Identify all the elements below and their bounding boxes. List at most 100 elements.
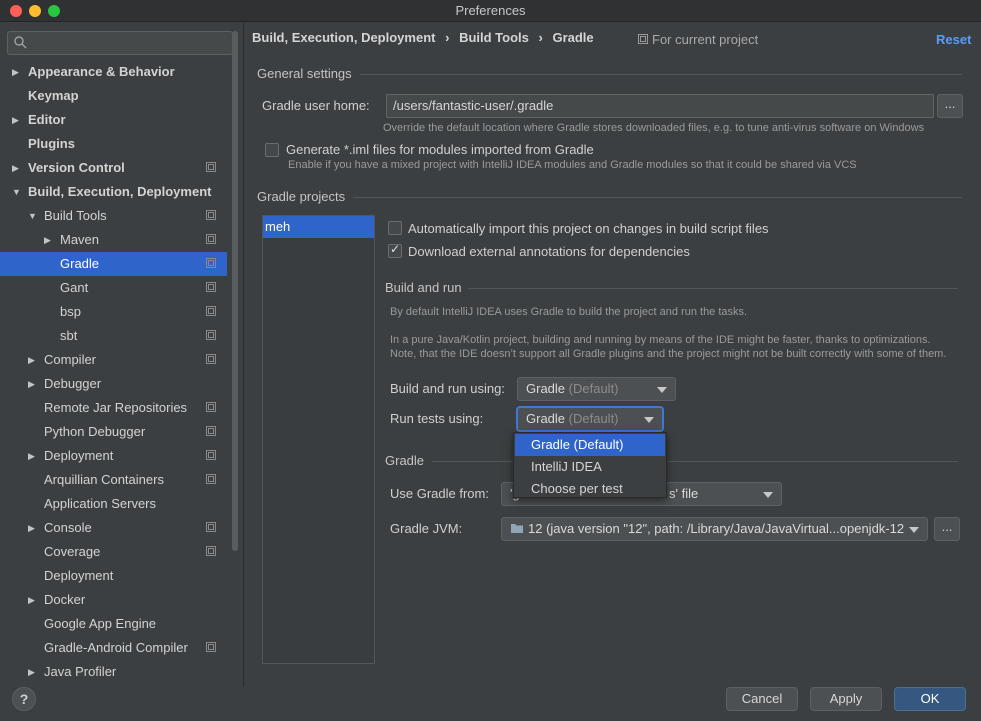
run-tests-using-select[interactable]: Gradle (Default) (517, 407, 663, 431)
build-and-run-using-label: Build and run using: (390, 381, 505, 396)
sidebar-scrollbar[interactable] (232, 31, 238, 551)
chevron-down-icon[interactable]: ▼ (12, 180, 21, 204)
user-home-hint: Override the default location where Grad… (383, 122, 925, 134)
chevron-down-icon[interactable]: ▼ (28, 204, 37, 228)
breadcrumb-item: Gradle (552, 30, 594, 45)
project-scope-icon (206, 444, 216, 468)
apply-button[interactable]: Apply (810, 687, 882, 711)
gradle-section-title: Gradle (385, 453, 425, 468)
sidebar-item-gant[interactable]: Gant (0, 276, 230, 300)
chevron-right-icon[interactable]: ▶ (28, 588, 35, 612)
window-title: Preferences (455, 3, 526, 18)
build-using-suffix: (Default) (568, 381, 619, 396)
sidebar-item-label: Console (44, 520, 92, 535)
gradle-user-home-field[interactable]: /users/fantastic-user/.gradle (386, 94, 934, 118)
chevron-right-icon[interactable]: ▶ (28, 372, 35, 396)
build-and-run-using-select[interactable]: Gradle (Default) (517, 377, 676, 401)
sidebar-item-docker[interactable]: ▶ Docker (0, 588, 230, 612)
sidebar-item-coverage[interactable]: Coverage (0, 540, 230, 564)
sidebar-item-python-debugger[interactable]: Python Debugger (0, 420, 230, 444)
search-input[interactable] (7, 31, 233, 55)
sidebar-item-debugger[interactable]: ▶ Debugger (0, 372, 230, 396)
project-scope-icon (206, 252, 216, 276)
sidebar-item-plugins[interactable]: Plugins (0, 132, 230, 156)
tests-using-value: Gradle (526, 411, 566, 426)
sidebar-item-google-app-engine[interactable]: Google App Engine (0, 612, 230, 636)
chevron-right-icon[interactable]: ▶ (28, 516, 35, 540)
browse-jvm-button[interactable]: ... (934, 517, 960, 541)
run-tests-using-label: Run tests using: (390, 411, 484, 426)
sidebar-item-build-tools[interactable]: ▼ Build Tools (0, 204, 230, 228)
sidebar-item-label: Application Servers (44, 496, 156, 511)
build-run-hint-2: In a pure Java/Kotlin project, building … (390, 334, 931, 346)
generate-iml-label: Generate *.iml files for modules importe… (286, 142, 594, 157)
sidebar-item-remote-jar-repositories[interactable]: Remote Jar Repositories (0, 396, 230, 420)
sidebar-item-label: Plugins (28, 136, 75, 151)
breadcrumb-item: Build, Execution, Deployment (252, 30, 436, 45)
build-run-hint-3: Note, that the IDE doesn’t support all G… (390, 348, 947, 360)
sidebar-item-build-execution-deployment[interactable]: ▼ Build, Execution, Deployment (0, 180, 230, 204)
sidebar-item-sbt[interactable]: sbt (0, 324, 230, 348)
sidebar-item-java-profiler[interactable]: ▶ Java Profiler (0, 660, 230, 684)
project-scope-icon (206, 396, 216, 420)
sidebar-item-gradle[interactable]: Gradle (0, 252, 227, 276)
tests-using-suffix: (Default) (568, 411, 619, 426)
chevron-down-icon (763, 492, 773, 498)
generate-iml-checkbox[interactable] (265, 143, 279, 157)
chevron-right-icon[interactable]: ▶ (12, 156, 19, 180)
for-current-project-label: For current project (652, 32, 759, 47)
divider (360, 74, 962, 75)
help-button[interactable]: ? (12, 687, 36, 711)
sidebar-item-label: Deployment (44, 568, 114, 583)
chevron-right-icon[interactable]: ▶ (44, 228, 51, 252)
sidebar-item-version-control[interactable]: ▶ Version Control (0, 156, 230, 180)
title-bar: Preferences (0, 0, 981, 22)
sidebar-item-label: Python Debugger (44, 424, 146, 439)
chevron-right-icon[interactable]: ▶ (28, 660, 35, 684)
sidebar-item-label: sbt (60, 328, 78, 343)
popup-option-intellij-idea[interactable]: IntelliJ IDEA (515, 456, 665, 478)
project-scope-icon (206, 228, 216, 252)
gradle-jvm-label: Gradle JVM: (390, 521, 463, 536)
reset-link[interactable]: Reset (936, 32, 971, 47)
sidebar-item-bsp[interactable]: bsp (0, 300, 230, 324)
auto-import-checkbox[interactable] (388, 221, 402, 235)
project-scope-icon (206, 300, 216, 324)
download-annotations-label: Download external annotations for depend… (408, 244, 690, 259)
sidebar-item-maven[interactable]: ▶ Maven (0, 228, 230, 252)
breadcrumb-separator: › (538, 30, 543, 45)
chevron-right-icon[interactable]: ▶ (12, 60, 19, 84)
project-item[interactable]: meh (263, 216, 374, 238)
gradle-projects-list[interactable]: meh (262, 215, 375, 664)
popup-option-choose-per-test[interactable]: Choose per test (515, 478, 665, 500)
gradle-user-home-label: Gradle user home: (262, 98, 370, 113)
sidebar-item-deployment[interactable]: ▶ Deployment (0, 444, 230, 468)
sidebar-item-label: Arquillian Containers (44, 472, 164, 487)
gradle-projects-title: Gradle projects (257, 189, 346, 204)
sidebar-item-keymap[interactable]: Keymap (0, 84, 230, 108)
popup-option-gradle-default[interactable]: Gradle (Default) (515, 434, 665, 456)
sidebar-item-deployment[interactable]: Deployment (0, 564, 230, 588)
sidebar-item-label: Keymap (28, 88, 79, 103)
sidebar-item-gradle-android-compiler[interactable]: Gradle-Android Compiler (0, 636, 230, 660)
sidebar-item-editor[interactable]: ▶ Editor (0, 108, 230, 132)
chevron-right-icon[interactable]: ▶ (12, 108, 19, 132)
chevron-right-icon[interactable]: ▶ (28, 348, 35, 372)
chevron-down-icon (909, 527, 919, 533)
sidebar-item-label: Compiler (44, 352, 97, 367)
ok-button[interactable]: OK (894, 687, 966, 711)
sidebar-item-appearance-behavior[interactable]: ▶ Appearance & Behavior (0, 60, 230, 84)
project-scope-icon (206, 204, 216, 228)
project-scope-icon (638, 34, 648, 44)
divider (353, 197, 962, 198)
sidebar-item-console[interactable]: ▶ Console (0, 516, 230, 540)
sidebar-item-application-servers[interactable]: Application Servers (0, 492, 230, 516)
browse-user-home-button[interactable]: ... (937, 94, 963, 118)
cancel-button[interactable]: Cancel (726, 687, 798, 711)
gradle-jvm-select[interactable]: 12 (java version "12", path: /Library/Ja… (501, 517, 928, 541)
chevron-right-icon[interactable]: ▶ (28, 444, 35, 468)
download-annotations-checkbox[interactable] (388, 242, 402, 258)
sidebar-item-compiler[interactable]: ▶ Compiler (0, 348, 230, 372)
sidebar-item-arquillian-containers[interactable]: Arquillian Containers (0, 468, 230, 492)
use-gradle-from-label: Use Gradle from: (390, 486, 489, 501)
